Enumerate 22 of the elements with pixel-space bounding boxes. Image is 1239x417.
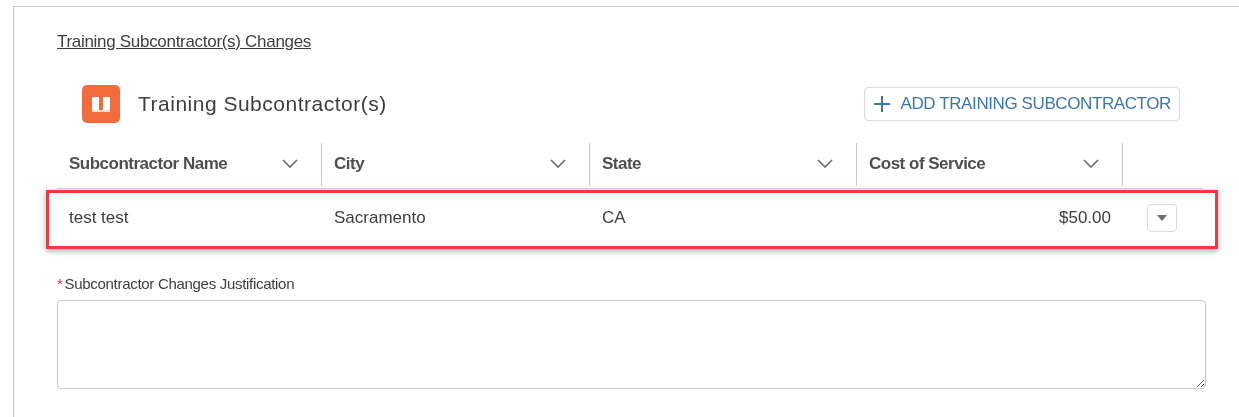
chevron-down-icon[interactable] bbox=[549, 159, 567, 169]
column-header[interactable]: City bbox=[322, 142, 590, 186]
required-marker: * bbox=[57, 273, 63, 294]
table-cell-text: test test bbox=[68, 207, 130, 230]
column-header[interactable]: Subcontractor Name bbox=[57, 142, 322, 186]
add-subcontractor-button[interactable]: ADD TRAINING SUBCONTRACTOR bbox=[863, 86, 1180, 121]
row-actions-button[interactable] bbox=[1147, 204, 1177, 232]
chevron-down-icon[interactable] bbox=[1082, 159, 1100, 169]
chevron-down-icon[interactable] bbox=[816, 159, 834, 169]
section-title: Training Subcontractor(s) Changes bbox=[57, 32, 312, 51]
table-cell-text: CA bbox=[601, 207, 627, 230]
justification-field[interactable] bbox=[57, 300, 1206, 389]
column-header[interactable]: Cost of Service bbox=[857, 142, 1123, 186]
book-icon bbox=[82, 84, 120, 123]
table-cell-text: $50.00 bbox=[1058, 207, 1112, 230]
chevron-down-icon[interactable] bbox=[281, 159, 299, 169]
plus-icon bbox=[872, 94, 891, 113]
card-title: Training Subcontractor(s) bbox=[138, 90, 387, 117]
column-header[interactable]: State bbox=[590, 142, 857, 186]
field-label: Subcontractor Changes Justification bbox=[64, 273, 295, 294]
caret-icon bbox=[1156, 214, 1168, 222]
table-cell-text: Sacramento bbox=[333, 207, 427, 230]
